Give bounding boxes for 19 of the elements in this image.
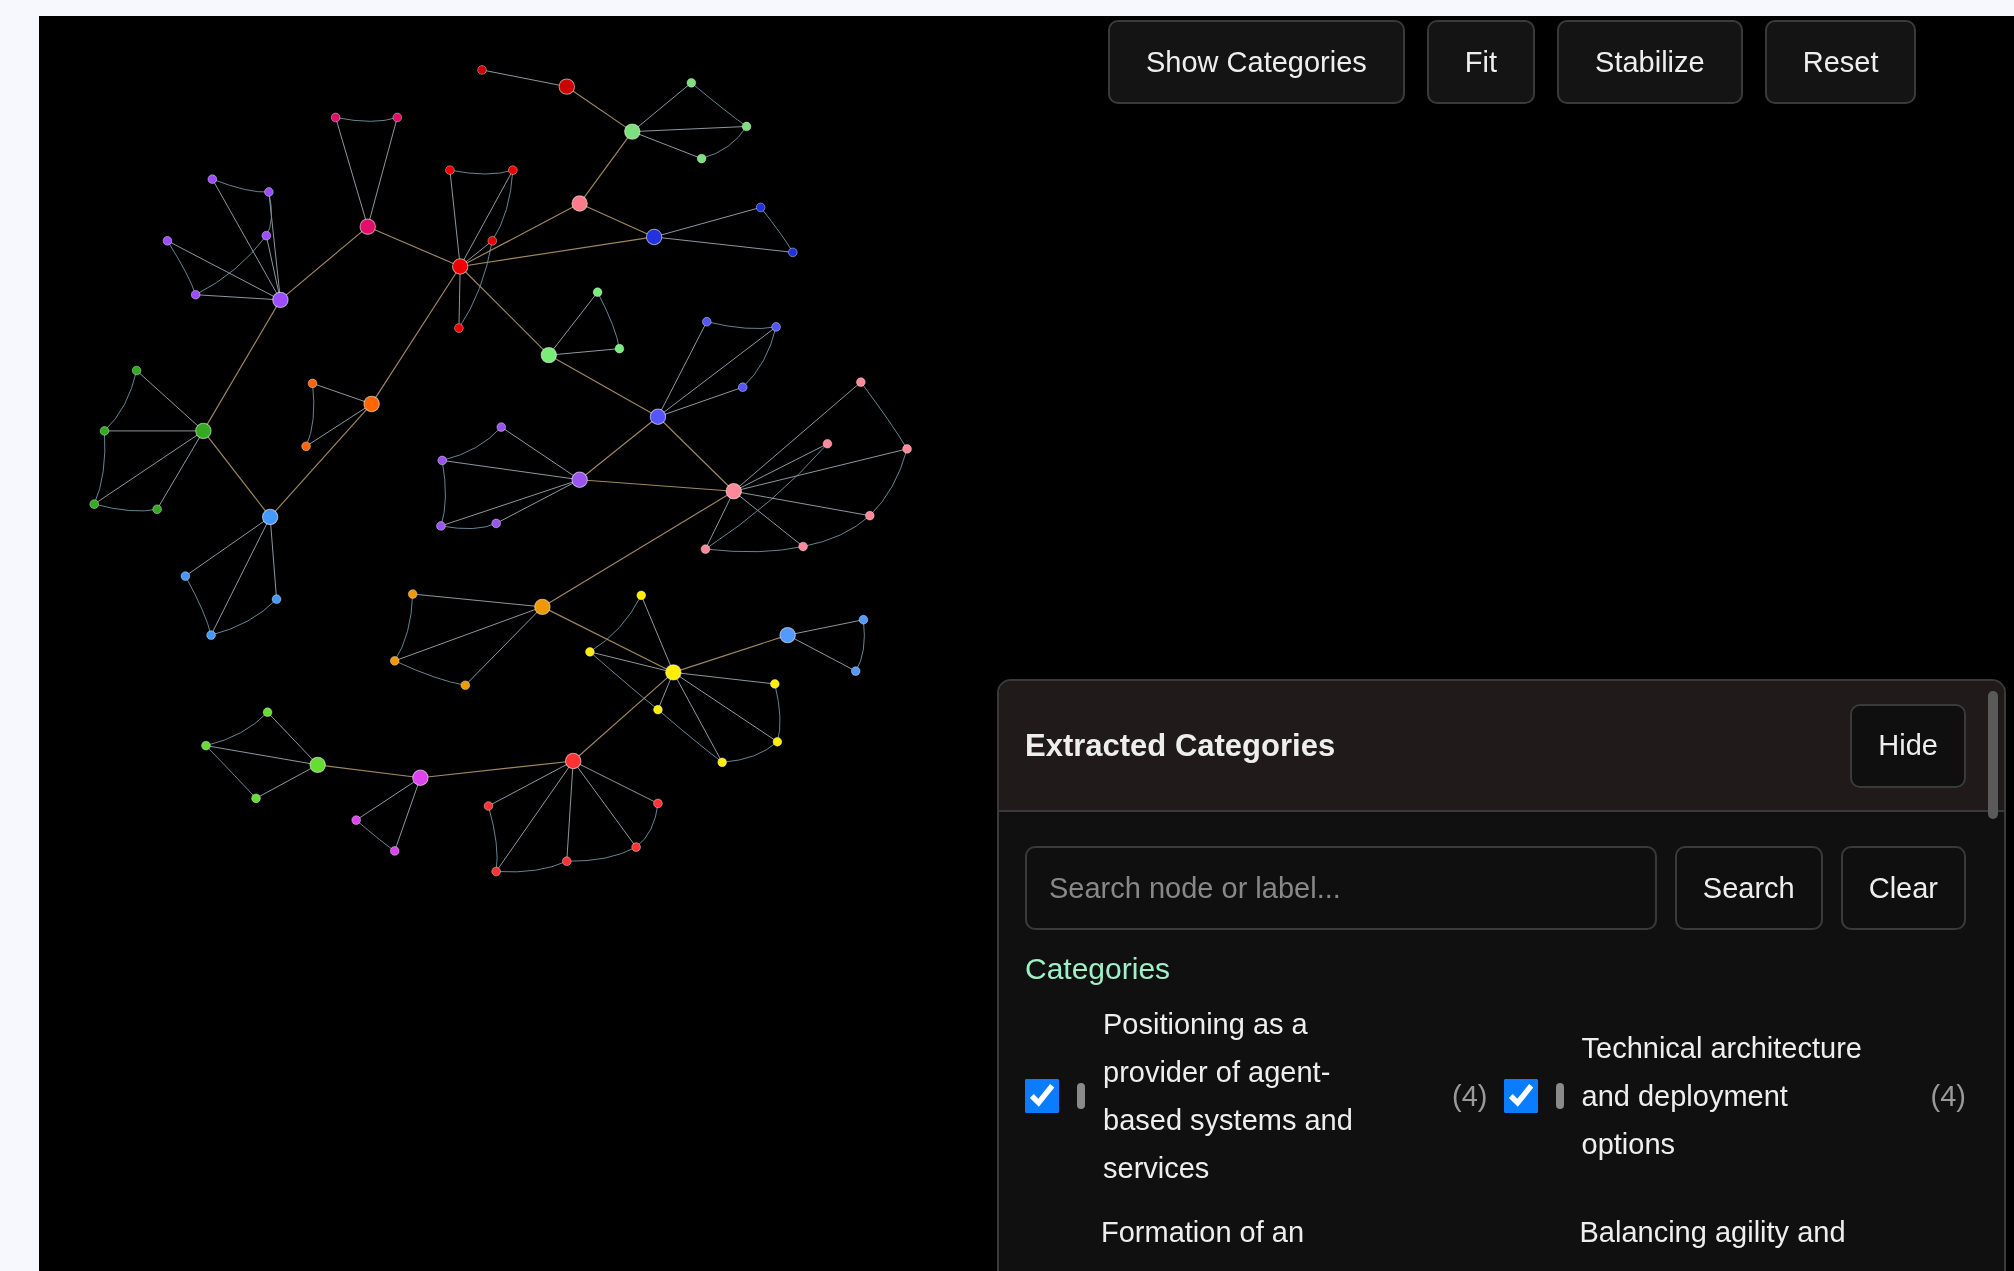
search-field[interactable]: Search node or label... <box>1025 846 1657 930</box>
category-label: Positioning as a provider of agent-based systems and services <box>1103 1007 1354 1186</box>
search-button[interactable]: Search <box>1674 846 1823 930</box>
category-label: Technical architecture and deployment options <box>1581 1031 1863 1162</box>
toolbar-button[interactable]: Show Categories <box>1108 20 1405 104</box>
category-label: Formation of an <box>1100 1215 1305 1250</box>
toolbar-button[interactable]: Stabilize <box>1557 20 1743 104</box>
clear-button[interactable]: Clear <box>1840 846 1966 930</box>
hide-button[interactable]: Hide <box>1850 703 1966 788</box>
category-checkbox[interactable] <box>1025 1079 1059 1113</box>
toolbar-button[interactable]: Reset <box>1764 20 1917 104</box>
scrollbar-thumb[interactable] <box>1988 691 1998 819</box>
category-label: Balancing agility and <box>1578 1215 1846 1250</box>
category-count: (4) <box>1452 1079 1488 1113</box>
category-count: (4) <box>1930 1079 1966 1113</box>
toolbar-button[interactable]: Fit <box>1426 20 1536 104</box>
panel-title: Extracted Categories <box>1025 727 1336 764</box>
section-heading: Categories <box>1025 952 1172 986</box>
category-checkbox[interactable] <box>1503 1079 1538 1113</box>
